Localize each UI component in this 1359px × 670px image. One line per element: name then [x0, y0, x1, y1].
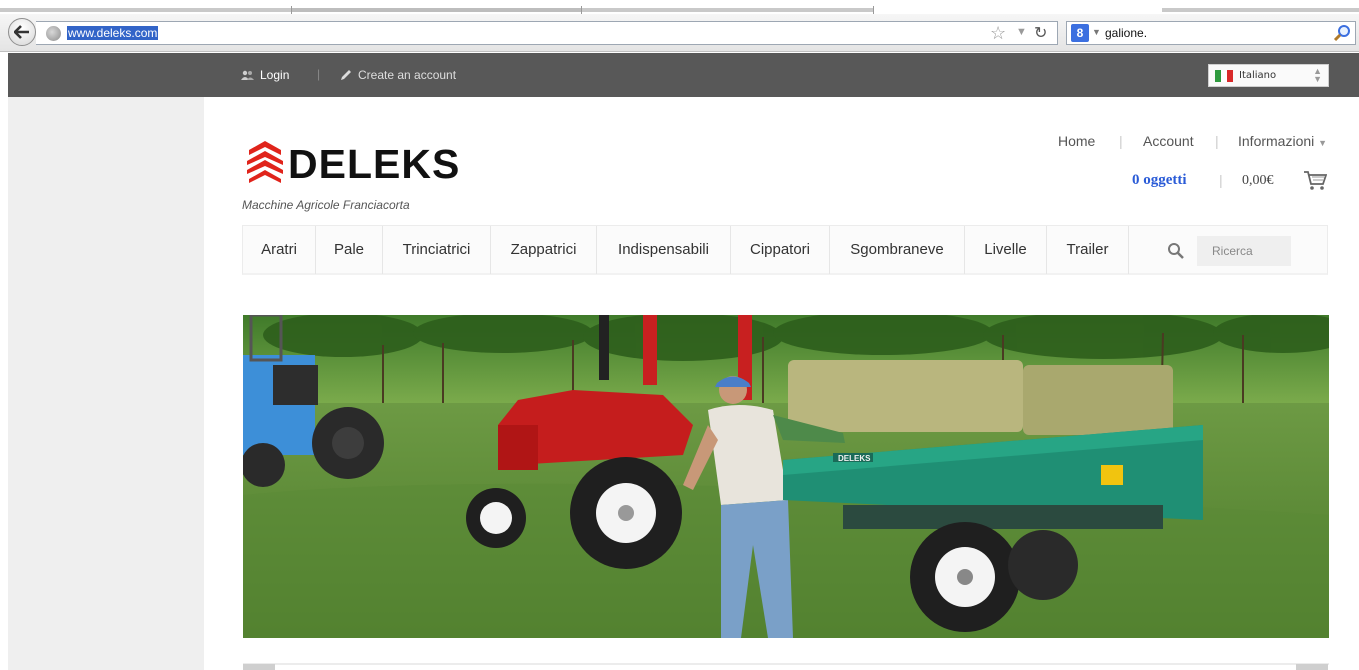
url-text[interactable]: www.deleks.com	[67, 26, 159, 40]
info-menu[interactable]: Informazioni ▼	[1238, 133, 1327, 149]
search-go-icon[interactable]	[1333, 24, 1351, 42]
history-dropdown-icon[interactable]: ▼	[1016, 26, 1027, 38]
globe-icon	[46, 26, 61, 41]
main-menu: Aratri Pale Trinciatrici Zappatrici Indi…	[242, 225, 1328, 275]
back-arrow-icon	[14, 25, 29, 39]
language-label: Italiano	[1239, 70, 1277, 81]
cart-items-count[interactable]: 0 oggetti	[1132, 172, 1187, 189]
left-background-panel	[8, 97, 204, 670]
browser-tab[interactable]	[292, 8, 582, 12]
login-link[interactable]: Login	[241, 68, 289, 82]
brand-tagline: Macchine Agricole Franciacorta	[242, 198, 410, 212]
bookmark-star-icon[interactable]: ☆	[990, 23, 1006, 44]
header-divider: |	[1215, 133, 1219, 149]
hero-scene: DELEKS	[243, 315, 1329, 638]
menu-item-aratri[interactable]: Aratri	[243, 226, 316, 274]
create-account-link[interactable]: Create an account	[340, 68, 456, 82]
browser-tab-strip	[0, 0, 1359, 14]
site-search-input[interactable]: Ricerca	[1197, 236, 1291, 266]
menu-item-pale[interactable]: Pale	[316, 226, 383, 274]
hero-banner-image: DELEKS	[243, 315, 1329, 638]
cart-total: 0,00€	[1242, 173, 1274, 188]
menu-item-trailer[interactable]: Trailer	[1047, 226, 1129, 274]
browser-tab[interactable]	[0, 8, 292, 12]
user-icon	[241, 70, 254, 80]
slider-next-button[interactable]	[1296, 664, 1328, 670]
slider-prev-button[interactable]	[243, 664, 275, 670]
browser-tab[interactable]	[1162, 8, 1359, 12]
browser-search-bar[interactable]: 8 ▼ galione.	[1066, 21, 1356, 45]
site-top-bar: Login | Create an account Italiano ▲ ▼	[8, 53, 1359, 97]
home-link[interactable]: Home	[1058, 133, 1095, 149]
menu-item-cippatori[interactable]: Cippatori	[731, 226, 830, 274]
cart-divider: |	[1219, 172, 1223, 188]
menu-item-trinciatrici[interactable]: Trinciatrici	[383, 226, 491, 274]
italy-flag-icon	[1215, 70, 1233, 82]
menu-item-indispensabili[interactable]: Indispensabili	[597, 226, 731, 274]
engine-dropdown-icon[interactable]: ▼	[1092, 27, 1101, 37]
brand-logo[interactable]: DELEKS	[245, 137, 470, 192]
browser-tab[interactable]	[582, 8, 874, 12]
back-button[interactable]	[8, 18, 36, 46]
select-arrows-icon: ▲ ▼	[1313, 66, 1322, 84]
chevron-down-icon: ▼	[1318, 138, 1328, 148]
create-account-label: Create an account	[358, 68, 457, 82]
pencil-icon	[341, 70, 351, 80]
brand-name: DELEKS	[288, 141, 461, 187]
address-bar[interactable]: www.deleks.com ☆ ▼ ↻	[36, 21, 1058, 45]
search-icon[interactable]	[1167, 242, 1185, 260]
login-label: Login	[260, 68, 290, 82]
google-icon[interactable]: 8	[1071, 24, 1089, 42]
menu-item-zappatrici[interactable]: Zappatrici	[491, 226, 597, 274]
menu-item-sgombraneve[interactable]: Sgombraneve	[830, 226, 965, 274]
topbar-divider: |	[317, 67, 321, 81]
info-label: Informazioni	[1238, 133, 1315, 149]
content-divider	[243, 663, 1329, 665]
tab-separator	[873, 6, 874, 14]
menu-item-livelle[interactable]: Livelle	[965, 226, 1047, 274]
browser-navbar: www.deleks.com ☆ ▼ ↻ 8 ▼ galione.	[0, 14, 1359, 52]
header-divider: |	[1119, 133, 1123, 149]
trailer-brand: DELEKS	[838, 454, 871, 463]
logo-mark-icon	[247, 141, 283, 183]
reload-icon[interactable]: ↻	[1034, 23, 1047, 43]
language-select[interactable]: Italiano ▲ ▼	[1208, 64, 1329, 87]
search-input[interactable]: galione.	[1105, 26, 1147, 40]
cart-icon[interactable]	[1303, 169, 1327, 191]
account-link[interactable]: Account	[1143, 133, 1194, 149]
